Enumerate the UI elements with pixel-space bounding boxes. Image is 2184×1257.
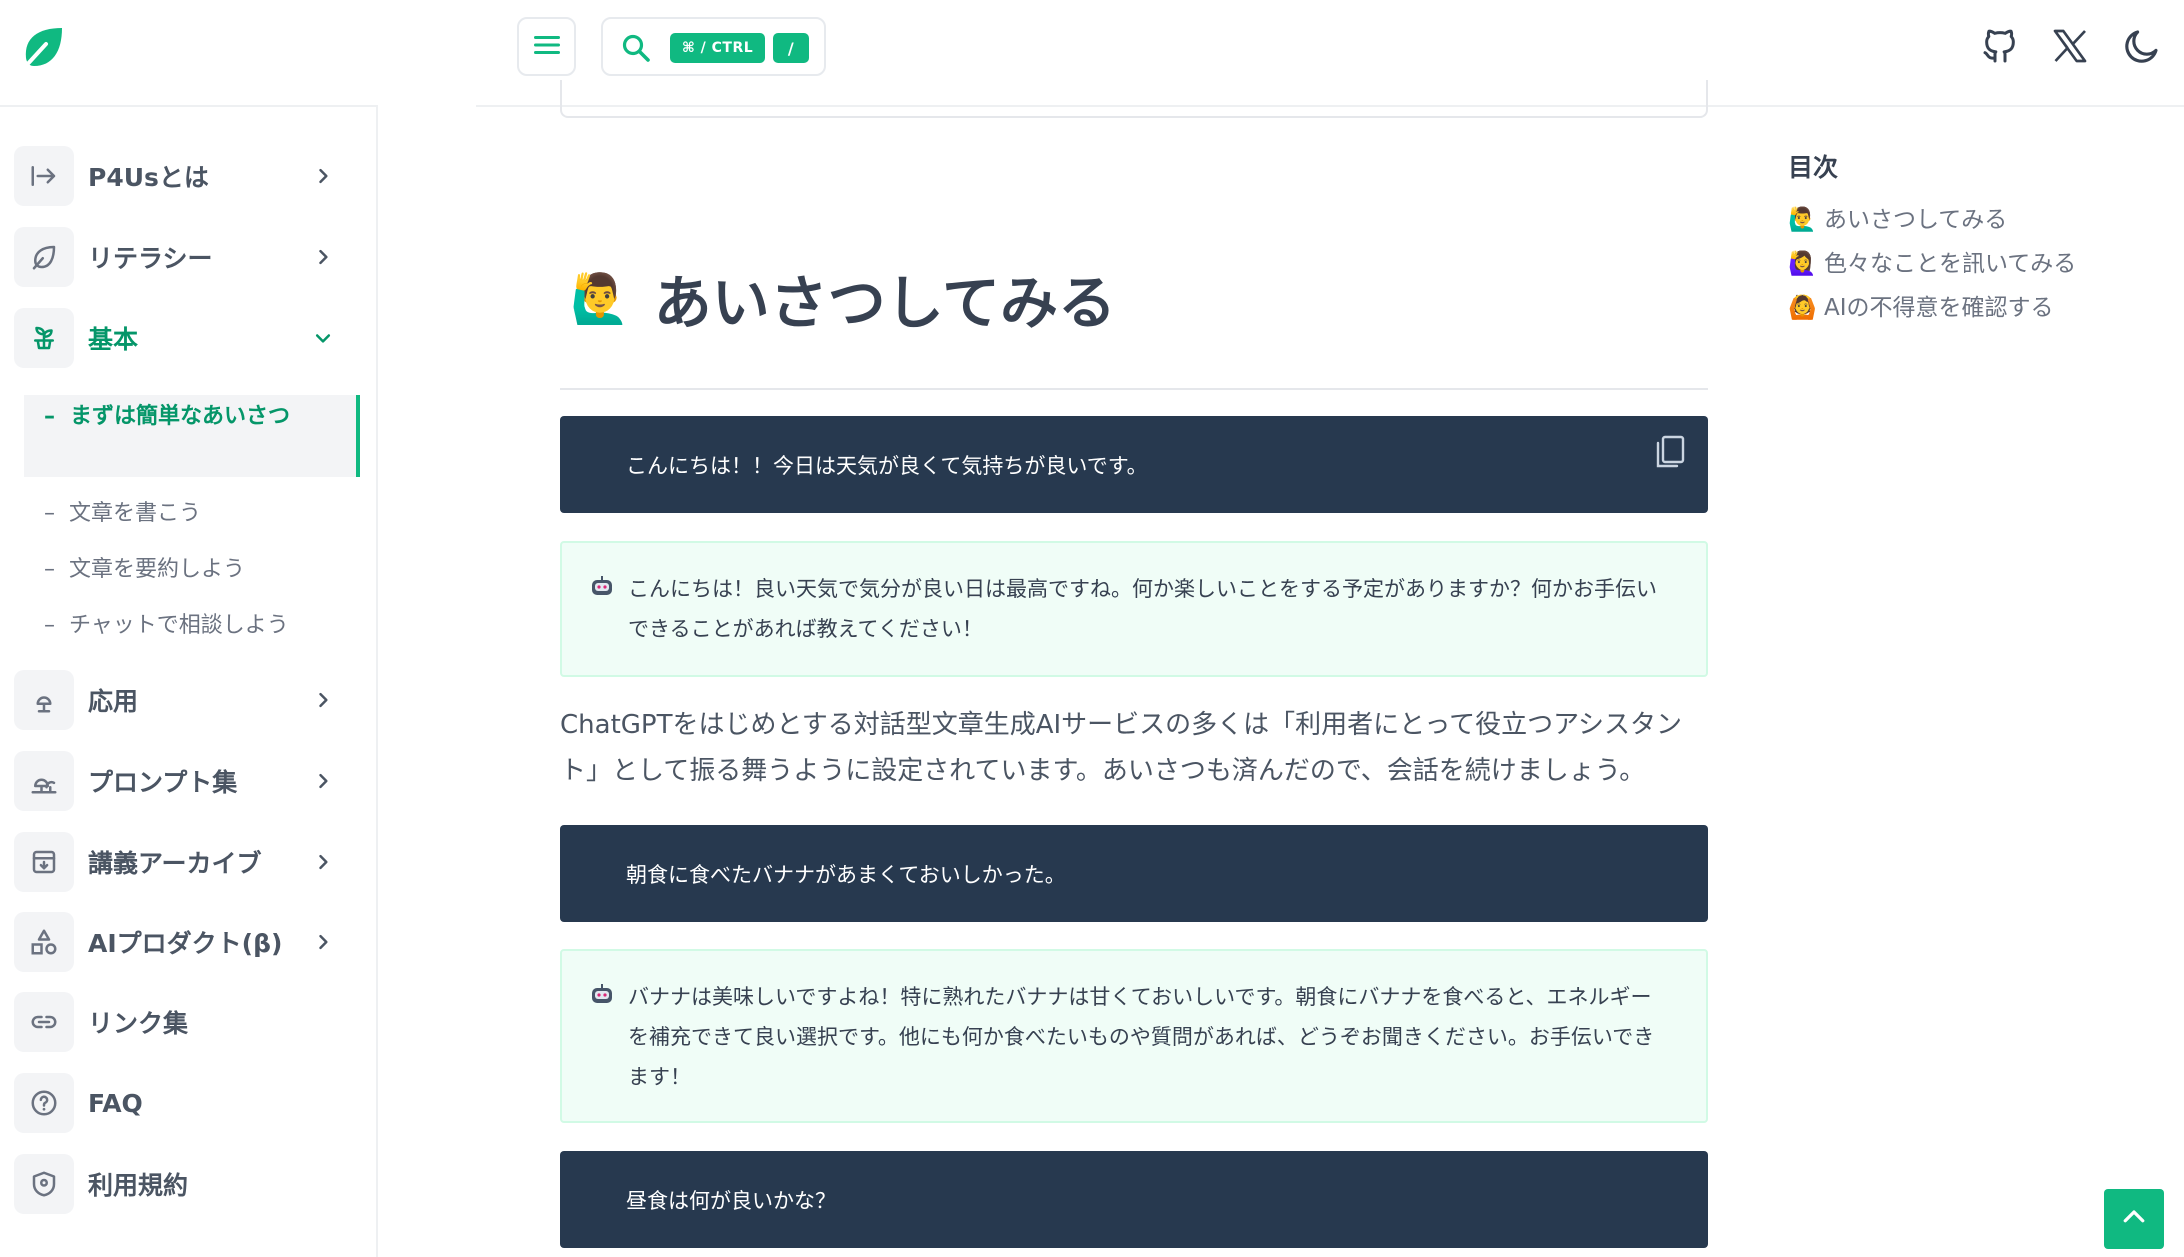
sidebar-item-label: AIプロダクト(β): [88, 929, 283, 958]
sidebar-item-links[interactable]: リンク集: [14, 992, 344, 1052]
chevron-right-icon: [308, 766, 338, 796]
robot-icon: [590, 575, 614, 599]
toc-item-label: AIの不得意を確認する: [1824, 295, 2054, 321]
sidebar-item-ai-products[interactable]: AIプロダクト(β): [14, 912, 344, 972]
sidebar-item-basics[interactable]: 基本: [14, 308, 344, 368]
shortcut-key-modifier: ⌘ / CTRL: [670, 33, 765, 63]
toc-item[interactable]: 🙆 AIの不得意を確認する: [1788, 288, 2054, 322]
chevron-right-icon: [308, 927, 338, 957]
body-paragraph: ChatGPTをはじめとする対話型文章生成AIサービスの多くは「利用者にとって役…: [560, 710, 1683, 786]
chevron-down-icon: [308, 323, 338, 353]
github-icon[interactable]: [1976, 22, 2024, 70]
toc-item-label: 色々なことを訊いてみる: [1824, 251, 2077, 277]
sidebar-subitem-summary[interactable]: – 文章を要約しよう: [44, 551, 245, 583]
toc-item[interactable]: 🙋‍♂️ あいさつしてみる: [1788, 200, 2007, 234]
ai-reply-block: こんにちは！良い天気で気分が良い日は最高ですね。何か楽しいことをする予定がありま…: [560, 541, 1708, 677]
sidebar-subitem-writing[interactable]: – 文章を書こう: [44, 495, 201, 527]
sidebar-item-label: 利用規約: [88, 1171, 189, 1200]
arrow-right-to-line-icon: [14, 146, 74, 206]
toc-item-label: あいさつしてみる: [1824, 207, 2008, 233]
prompt-text: 朝食に食べたバナナがあまくておいしかった。: [626, 862, 1066, 887]
sidebar-subitem-greeting[interactable]: – まずは簡単なあいさつ: [44, 400, 304, 434]
prompt-block: こんにちは！！今日は天気が良くて気持ちが良いです。: [560, 416, 1708, 513]
back-to-top-button[interactable]: [2104, 1189, 2164, 1249]
menu-button[interactable]: [517, 17, 576, 76]
sidebar-item-label: 応用: [88, 687, 139, 716]
heading-divider: [560, 388, 1708, 390]
x-icon[interactable]: [2046, 22, 2094, 70]
sidebar-item-advanced[interactable]: 応用: [14, 670, 344, 730]
ai-reply-text: こんにちは！良い天気で気分が良い日は最高ですね。何か楽しいことをする予定がありま…: [628, 577, 1657, 641]
prompt-block: 朝食に食べたバナナがあまくておいしかった。: [560, 825, 1708, 922]
chevron-right-icon: [308, 847, 338, 877]
sidebar-item-label: 基本: [88, 325, 139, 354]
raising-hand-emoji: 🙋‍♂️: [1788, 207, 1817, 233]
shapes-icon: [14, 912, 74, 972]
trees-icon: [14, 751, 74, 811]
leaf-logo-icon[interactable]: [18, 24, 66, 72]
ai-reply-text: バナナは美味しいですよね！特に熟れたバナナは甘くておいしいです。朝食にバナナを食…: [628, 985, 1655, 1089]
sprout-icon: [14, 308, 74, 368]
sidebar-item-label: プロンプト集: [88, 768, 238, 797]
chevron-right-icon: [308, 161, 338, 191]
raising-hand-emoji: 🙋‍♂️: [570, 270, 630, 327]
sidebar-item-label: リンク集: [88, 1009, 189, 1038]
robot-icon: [590, 983, 614, 1007]
sidebar-item-about[interactable]: P4Usとは: [14, 146, 344, 206]
toc-item[interactable]: 🙋‍♀️ 色々なことを訊いてみる: [1788, 244, 2076, 278]
sidebar-item-lecture-archive[interactable]: 講義アーカイブ: [14, 832, 344, 892]
previous-section-box: [560, 80, 1708, 118]
archive-icon: [14, 832, 74, 892]
search-button[interactable]: ⌘ / CTRL /: [601, 17, 826, 76]
prompt-text: 昼食は何が良いかな？: [626, 1188, 836, 1213]
sidebar-subitem-label: 文章を要約しよう: [69, 557, 246, 582]
chevron-up-icon: [2119, 1202, 2149, 1236]
tree-icon: [14, 670, 74, 730]
toc-title: 目次: [1788, 153, 1839, 182]
moon-icon[interactable]: [2118, 22, 2166, 70]
section-heading-text: あいさつしてみる: [653, 269, 1117, 337]
help-circle-icon: [14, 1073, 74, 1133]
shortcut-key-slash: /: [773, 33, 809, 63]
copy-icon[interactable]: [1654, 434, 1686, 474]
ai-reply-block: バナナは美味しいですよね！特に熟れたバナナは甘くておいしいです。朝食にバナナを食…: [560, 949, 1708, 1123]
sidebar-subitem-label: まずは簡単なあいさつ: [70, 404, 291, 429]
leaf-outline-icon: [14, 227, 74, 287]
chevron-right-icon: [308, 685, 338, 715]
prompt-text: こんにちは！！今日は天気が良くて気持ちが良いです。: [626, 453, 1148, 478]
prompt-block: 昼食は何が良いかな？: [560, 1151, 1708, 1248]
sidebar-item-label: P4Usとは: [88, 163, 209, 192]
ok-gesture-emoji: 🙆: [1788, 295, 1817, 321]
sidebar: P4Usとは リテラシー 基本 – まずは簡単なあいさつ – 文章を書こう – …: [0, 106, 378, 1257]
menu-icon: [533, 34, 561, 60]
sidebar-item-faq[interactable]: FAQ: [14, 1073, 344, 1133]
sidebar-item-literacy[interactable]: リテラシー: [14, 227, 344, 287]
search-icon: [621, 33, 651, 67]
shield-icon: [14, 1154, 74, 1214]
section-heading: 🙋‍♂️ あいさつしてみる: [570, 258, 1116, 338]
sidebar-subitem-chat[interactable]: – チャットで相談しよう: [44, 607, 289, 639]
sidebar-item-label: FAQ: [88, 1088, 143, 1118]
raising-hand-emoji: 🙋‍♀️: [1788, 251, 1817, 277]
chevron-right-icon: [308, 242, 338, 272]
sidebar-item-label: 講義アーカイブ: [88, 849, 262, 878]
sidebar-item-prompts[interactable]: プロンプト集: [14, 751, 344, 811]
link-icon: [14, 992, 74, 1052]
sidebar-item-label: リテラシー: [88, 244, 213, 273]
sidebar-subitem-label: 文章を書こう: [69, 501, 202, 526]
sidebar-item-terms[interactable]: 利用規約: [14, 1154, 344, 1214]
sidebar-subitem-label: チャットで相談しよう: [69, 613, 289, 638]
